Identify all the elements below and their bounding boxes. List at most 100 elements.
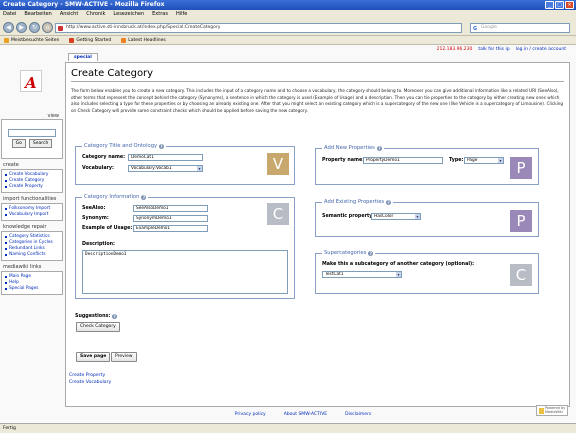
talk-link[interactable]: talk for this ip xyxy=(478,47,509,52)
property-name-label: Property name: xyxy=(322,158,365,163)
main-content: Create Category The form below enables y… xyxy=(65,62,570,407)
go-button[interactable]: Go xyxy=(11,139,26,148)
menu-bearbeiten[interactable]: Bearbeiten xyxy=(24,10,51,19)
description-label: Description: xyxy=(82,242,115,247)
privacy-link[interactable]: Privacy policy xyxy=(235,412,266,417)
menu-datei[interactable]: Datei xyxy=(3,10,16,19)
property-name-field[interactable]: PropertyDemo1 xyxy=(363,157,443,164)
navigation-toolbar: ◀ ▶ ↻ ⌂ http://www.active.sti-innsbruck.… xyxy=(0,19,576,36)
close-icon[interactable]: × xyxy=(565,1,574,9)
semantic-property-select[interactable]: HasColor xyxy=(371,213,421,220)
site-logo[interactable]: A xyxy=(20,70,42,92)
reload-icon[interactable]: ↻ xyxy=(29,22,40,33)
help-icon[interactable]: ? xyxy=(368,250,374,256)
site-favicon xyxy=(58,26,63,31)
bookmark-item[interactable]: Getting Started xyxy=(69,36,111,44)
example-label: Example of Usage: xyxy=(82,226,133,231)
category-name-field[interactable]: DemoCat1 xyxy=(128,154,203,161)
search-button[interactable]: Search xyxy=(28,139,53,148)
browser-window: Create Category - SMW-ACTIVE - Mozilla F… xyxy=(0,0,576,433)
supercategories-box: Supercategories? Make this a subcategory… xyxy=(315,250,539,294)
help-icon[interactable]: ? xyxy=(141,194,147,200)
page-title: Create Category xyxy=(71,68,564,82)
sidebar-item[interactable]: Vocabulary Import xyxy=(4,212,60,218)
window-controls: _ □ × xyxy=(545,1,574,9)
check-category-button[interactable]: Check Category xyxy=(76,322,120,332)
title-ontology-box: Category Title and Ontology? Category na… xyxy=(75,143,295,185)
create-property-link[interactable]: Create Property xyxy=(69,372,111,379)
category-links: Create Property Create Vocabulary xyxy=(69,372,111,386)
rss-icon xyxy=(121,37,127,43)
footer: Privacy policy About SMW-ACTIVE Disclaim… xyxy=(0,407,576,421)
tab-bar: special xyxy=(68,53,98,61)
vocabulary-letter-icon: V xyxy=(267,153,289,175)
search-box[interactable]: G Google xyxy=(470,23,570,33)
forward-icon[interactable]: ▶ xyxy=(16,22,27,33)
example-field[interactable]: ExampleDemo1 xyxy=(133,225,208,232)
sidebar-item[interactable]: Naming Conflicts xyxy=(4,252,60,258)
bookmark-item[interactable]: Latest Headlines xyxy=(121,36,166,44)
seealso-field[interactable]: SeeAlsoDemo1 xyxy=(133,205,208,212)
bookmark-item[interactable]: Meistbesuchte Seiten xyxy=(4,36,59,44)
existing-properties-box: Add Existing Properties? Semantic proper… xyxy=(315,199,539,237)
sidebar-search-input[interactable] xyxy=(8,129,56,137)
type-select[interactable]: Page xyxy=(464,157,504,164)
info-box-legend: Category Information? xyxy=(84,194,147,200)
supercat-legend: Supercategories? xyxy=(324,250,374,256)
help-icon[interactable]: ? xyxy=(386,199,392,205)
portlet-title: mediawiki links xyxy=(3,264,42,270)
vocabulary-label: Vocabulary: xyxy=(82,166,114,171)
address-bar[interactable]: http://www.active.sti-innsbruck.at/index… xyxy=(55,23,462,33)
about-link[interactable]: About SMW-ACTIVE xyxy=(284,412,327,417)
suggestions-label: Suggestions: xyxy=(75,314,111,319)
menu-ansicht[interactable]: Ansicht xyxy=(60,10,78,19)
help-icon[interactable]: ? xyxy=(376,145,382,151)
seealso-label: SeeAlso: xyxy=(82,206,106,211)
user-ip[interactable]: 212.183.96.230 xyxy=(437,47,473,52)
category-letter-icon: C xyxy=(510,264,532,286)
exist-prop-legend: Add Existing Properties? xyxy=(324,199,392,205)
save-page-button[interactable]: Save page xyxy=(76,352,111,362)
firefox-icon xyxy=(69,37,75,43)
sidebar: view Go Search create Create Vocabulary … xyxy=(1,110,63,295)
status-bar: Fertig xyxy=(0,423,576,433)
portlet-import: Folksonomy Import Vocabulary Import xyxy=(1,203,63,221)
portlet-repair: Category Statistics Categories in Cycles… xyxy=(1,231,63,261)
sidebar-item[interactable]: Special Pages xyxy=(4,286,60,292)
title-box-legend: Category Title and Ontology? xyxy=(84,143,165,149)
menu-bar: Datei Bearbeiten Ansicht Chronik Lesezei… xyxy=(0,10,576,19)
menu-chronik[interactable]: Chronik xyxy=(86,10,105,19)
supercategory-select[interactable]: TestCat1 xyxy=(322,271,402,278)
help-icon[interactable]: ? xyxy=(159,143,165,149)
portlet-title: knowledge repair xyxy=(3,224,47,230)
url-text: http://www.active.sti-innsbruck.at/index… xyxy=(66,25,221,30)
personal-bar: 212.183.96.230 talk for this ip log in /… xyxy=(437,47,566,52)
intro-text: The form below enables you to create a n… xyxy=(71,88,564,113)
portlet-title: import functionalities xyxy=(3,196,57,202)
portlet-title: create xyxy=(3,162,19,168)
menu-hilfe[interactable]: Hilfe xyxy=(176,10,187,19)
category-name-label: Category name: xyxy=(82,155,126,160)
help-icon[interactable]: ? xyxy=(112,314,117,319)
type-label: Type: xyxy=(449,158,464,163)
create-vocabulary-link[interactable]: Create Vocabulary xyxy=(69,379,111,386)
maximize-icon[interactable]: □ xyxy=(555,1,564,9)
disclaimers-link[interactable]: Disclaimers xyxy=(345,412,371,417)
back-icon[interactable]: ◀ xyxy=(3,22,14,33)
minimize-icon[interactable]: _ xyxy=(545,1,554,9)
tab-special[interactable]: special xyxy=(68,53,98,61)
preview-button[interactable]: Preview xyxy=(111,352,137,362)
bookmarks-bar: Meistbesuchte Seiten Getting Started Lat… xyxy=(0,36,576,45)
new-properties-box: Add New Properties? Property name: Prope… xyxy=(315,145,539,185)
synonym-field[interactable]: SynonymDemo1 xyxy=(133,215,208,222)
mediawiki-badge[interactable]: Powered by MediaWiki xyxy=(536,405,568,416)
property-letter-icon: P xyxy=(510,210,532,232)
menu-lesezeichen[interactable]: Lesezeichen xyxy=(113,10,144,19)
sidebar-item[interactable]: Create Property xyxy=(4,184,60,190)
login-link[interactable]: log in / create account xyxy=(516,47,566,52)
menu-extras[interactable]: Extras xyxy=(152,10,168,19)
vocabulary-select[interactable]: Vocabulary:Vocab1 xyxy=(128,165,203,172)
home-icon[interactable]: ⌂ xyxy=(42,22,53,33)
semantic-property-label: Semantic property: xyxy=(322,214,375,219)
description-textarea[interactable]: DescriptionDemo1 xyxy=(82,250,288,294)
